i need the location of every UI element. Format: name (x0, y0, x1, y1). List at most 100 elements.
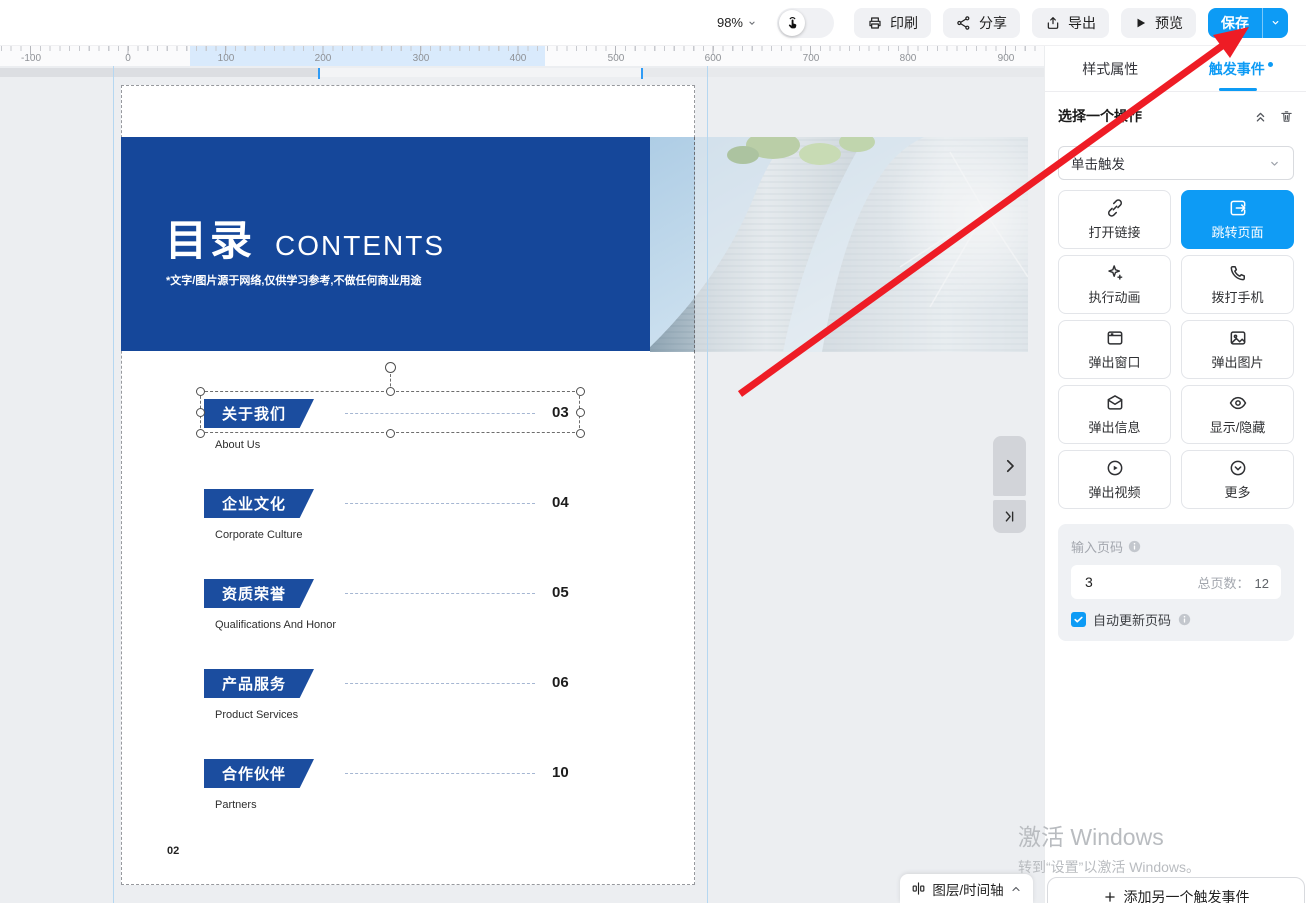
toc-flag: 资质荣誉 (204, 579, 314, 608)
collapse-icon (1010, 883, 1022, 895)
auto-update-checkbox[interactable]: 自动更新页码 (1071, 610, 1281, 629)
slide-header-banner[interactable]: 目录 CONTENTS *文字/图片源于网络,仅供学习参考,不做任何商业用途 (121, 137, 650, 351)
toc-item-corporate-culture[interactable]: 企业文化 04 Corporate Culture (204, 489, 584, 559)
last-page-button[interactable] (993, 500, 1026, 533)
play-icon (1134, 16, 1148, 30)
slide-title-en: CONTENTS (275, 230, 445, 262)
action-grid: 打开链接 跳转页面 执行动画 拨打手机 弹出窗口 弹出图片 (1058, 190, 1294, 509)
chevron-down-icon (1270, 17, 1281, 28)
page-number-card: 输入页码 总页数：12 自动更新页码 (1058, 524, 1294, 641)
rotate-handle[interactable] (385, 362, 396, 373)
sparkle-icon (1105, 263, 1125, 283)
touch-mode-toggle[interactable] (777, 8, 834, 38)
horizontal-scrollbar[interactable] (0, 68, 1044, 77)
share-button[interactable]: 分享 (943, 8, 1020, 38)
zoom-level-control[interactable]: 98% (717, 15, 757, 30)
toc-page-number: 06 (552, 674, 569, 691)
toc-item-product-services[interactable]: 产品服务 06 Product Services (204, 669, 584, 739)
toc-subtitle: Partners (215, 799, 257, 811)
video-icon (1105, 458, 1125, 478)
preview-button[interactable]: 预览 (1121, 8, 1196, 38)
link-icon (1105, 198, 1125, 218)
chevron-right-bar-icon (1002, 509, 1017, 524)
phone-icon (1228, 263, 1248, 283)
resize-handle-nw[interactable] (196, 387, 205, 396)
resize-handle-w[interactable] (196, 408, 205, 417)
printer-icon (867, 15, 883, 31)
resize-handle-sw[interactable] (196, 429, 205, 438)
more-icon (1228, 458, 1248, 478)
resize-handle-ne[interactable] (576, 387, 585, 396)
toc-page-number: 10 (552, 764, 569, 781)
tab-trigger-events[interactable]: 触发事件 (1176, 46, 1306, 91)
plus-icon (1103, 890, 1117, 903)
page-number-input[interactable] (1083, 573, 1173, 591)
touch-icon (779, 10, 805, 36)
ruler-label: 100 (218, 53, 235, 64)
toc-item-qualifications[interactable]: 资质荣誉 05 Qualifications And Honor (204, 579, 584, 649)
chevron-down-icon (747, 18, 757, 28)
message-icon (1105, 393, 1125, 413)
layers-timeline-button[interactable]: 图层/时间轴 (900, 874, 1033, 903)
resize-handle-se[interactable] (576, 429, 585, 438)
selection-box[interactable] (200, 391, 580, 433)
resize-handle-n[interactable] (386, 387, 395, 396)
tab-style-properties[interactable]: 样式属性 (1045, 46, 1176, 91)
layers-timeline-icon (911, 881, 926, 896)
eye-icon (1228, 393, 1248, 413)
toc-item-partners[interactable]: 合作伙伴 10 Partners (204, 759, 584, 829)
top-toolbar: 98% 印刷 分享 导出 预览 保存 (0, 0, 1306, 46)
toc-flag: 企业文化 (204, 489, 314, 518)
action-jump-page[interactable]: 跳转页面 (1181, 190, 1294, 249)
action-popup-video[interactable]: 弹出视频 (1058, 450, 1171, 509)
ruler-label: -100 (21, 53, 41, 64)
image-icon (1228, 328, 1248, 348)
toc-subtitle: Qualifications And Honor (215, 619, 336, 631)
add-trigger-button[interactable]: 添加另一个触发事件 (1047, 877, 1305, 903)
checkbox-checked-icon (1071, 612, 1086, 627)
toc-page-number: 05 (552, 584, 569, 601)
right-panel: 样式属性 触发事件 选择一个操作 单击触发 (1044, 46, 1306, 903)
action-call-phone[interactable]: 拨打手机 (1181, 255, 1294, 314)
page-guide-right (707, 66, 708, 903)
trash-icon[interactable] (1279, 109, 1294, 124)
scrollbar-thumb[interactable] (0, 68, 318, 77)
panel-tabs: 样式属性 触发事件 (1045, 46, 1306, 92)
next-page-button[interactable] (993, 436, 1026, 496)
print-button[interactable]: 印刷 (854, 8, 931, 38)
collapse-all-icon[interactable] (1253, 109, 1268, 124)
action-popup-message[interactable]: 弹出信息 (1058, 385, 1171, 444)
ruler-label: 200 (315, 53, 332, 64)
save-dropdown-button[interactable] (1262, 8, 1288, 38)
chevron-down-icon (1268, 157, 1281, 170)
editor-canvas[interactable]: 目录 CONTENTS *文字/图片源于网络,仅供学习参考,不做任何商业用途 (0, 66, 1044, 903)
app-root: 98% 印刷 分享 导出 预览 保存 (0, 0, 1306, 903)
page-input-label: 输入页码 (1071, 537, 1281, 556)
action-section-header: 选择一个操作 (1058, 106, 1294, 126)
slide-disclaimer: *文字/图片源于网络,仅供学习参考,不做任何商业用途 (166, 272, 421, 288)
page-guide-left (113, 66, 114, 903)
ruler-label: 500 (608, 53, 625, 64)
ruler-label: 600 (705, 53, 722, 64)
action-more[interactable]: 更多 (1181, 450, 1294, 509)
action-show-hide[interactable]: 显示/隐藏 (1181, 385, 1294, 444)
toc-flag: 合作伙伴 (204, 759, 314, 788)
export-button[interactable]: 导出 (1032, 8, 1109, 38)
resize-handle-e[interactable] (576, 408, 585, 417)
action-popup-image[interactable]: 弹出图片 (1181, 320, 1294, 379)
save-button[interactable]: 保存 (1208, 8, 1262, 38)
trigger-type-select[interactable]: 单击触发 (1058, 146, 1294, 180)
unsaved-dot (1268, 62, 1273, 67)
toc-subtitle: Product Services (215, 709, 298, 721)
action-popup-window[interactable]: 弹出窗口 (1058, 320, 1171, 379)
jump-page-icon (1228, 198, 1248, 218)
resize-handle-s[interactable] (386, 429, 395, 438)
action-run-animation[interactable]: 执行动画 (1058, 255, 1171, 314)
horizontal-ruler: -100 0 100 200 300 400 500 600 700 800 9… (0, 46, 1044, 66)
page-number-input-wrap: 总页数：12 (1071, 565, 1281, 599)
save-split-button: 保存 (1208, 8, 1288, 38)
toc-flag: 产品服务 (204, 669, 314, 698)
action-open-link[interactable]: 打开链接 (1058, 190, 1171, 249)
share-icon (956, 15, 972, 31)
window-icon (1105, 328, 1125, 348)
